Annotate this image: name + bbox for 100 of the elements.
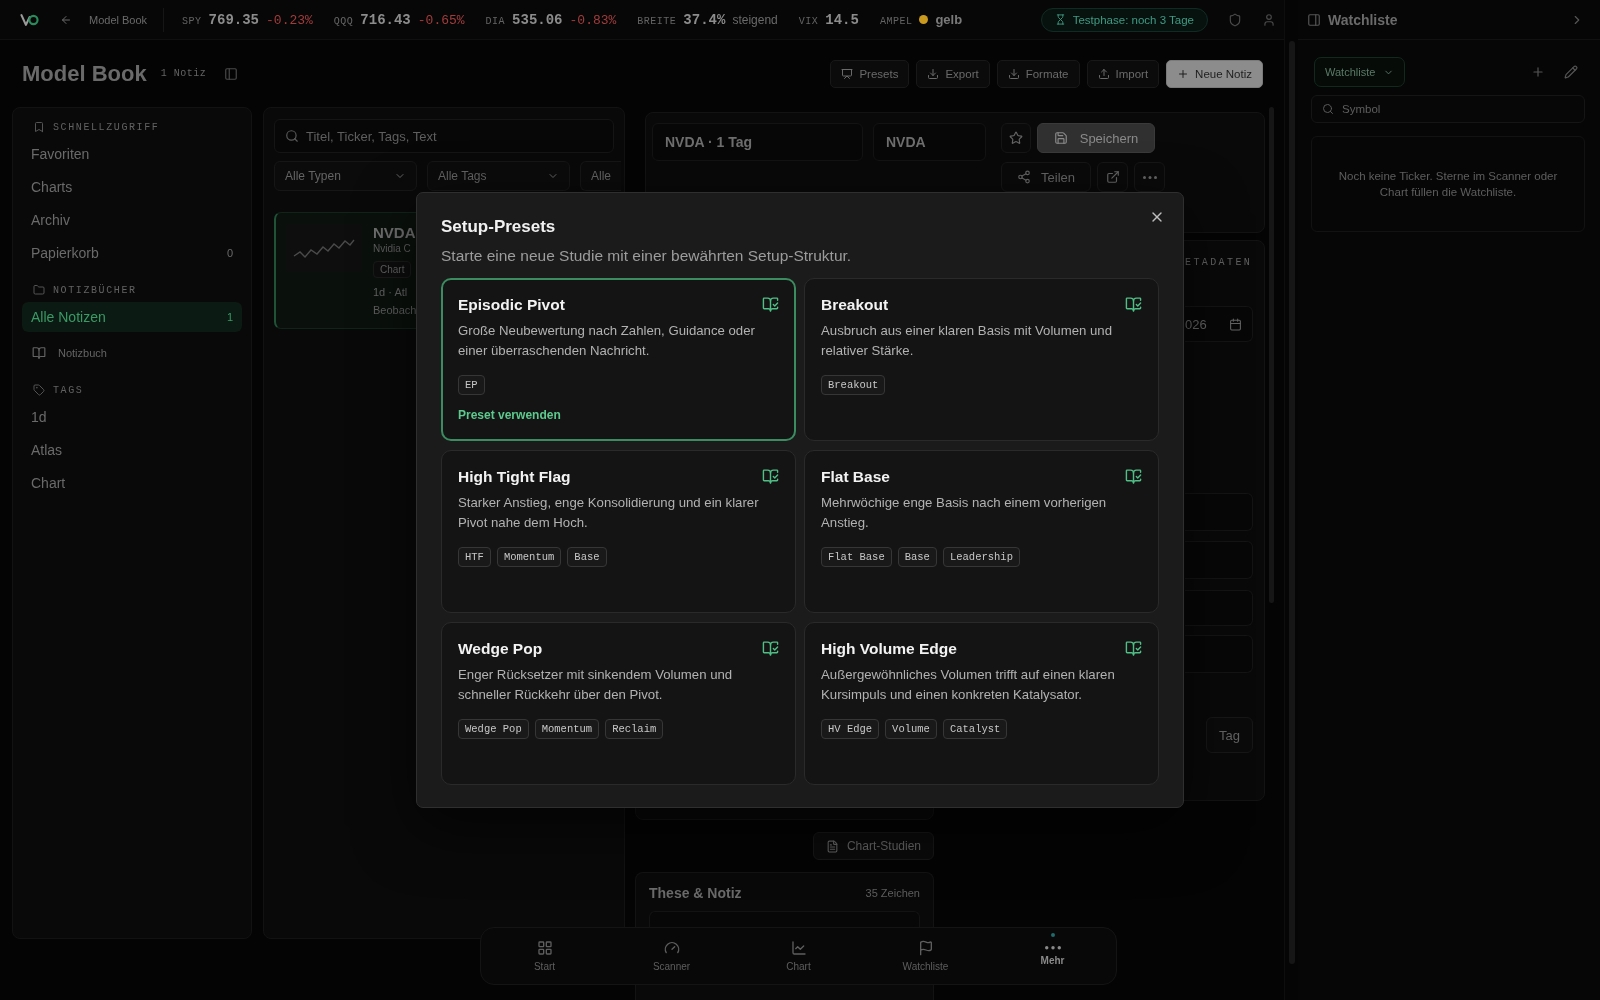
note-subtitle: Nvidia C: [373, 242, 411, 256]
preset-title: Wedge Pop: [458, 640, 543, 658]
preset-card[interactable]: High Volume Edge Außergewöhnliches Volumen trifft auf einen klaren Kursimpuls und einen konkreten Katalysator. HV Edge Volume Catalyst: [804, 622, 1159, 785]
download-icon: [1007, 67, 1020, 80]
pencil-icon[interactable]: [1564, 65, 1578, 79]
use-preset-link[interactable]: Preset verwenden: [458, 408, 561, 423]
note-count: 1 Notiz: [160, 68, 207, 79]
preset-tag: HV Edge: [821, 719, 880, 740]
external-link-button[interactable]: [1097, 162, 1128, 192]
book-check-icon: [762, 296, 779, 313]
filter-dropdown[interactable]: Alle Tags: [427, 161, 570, 191]
new-note-button[interactable]: Neue Notiz: [1166, 59, 1263, 88]
preset-description: Außergewöhnliches Volumen trifft auf einen klaren Kursimpuls und einen konkreten Katalysator.: [821, 666, 1116, 704]
title-field[interactable]: NVDA · 1 Tag: [652, 123, 863, 161]
toolbar-button[interactable]: Formate: [996, 59, 1080, 88]
book-check-icon: [762, 468, 779, 485]
toolbar-button[interactable]: Import: [1086, 59, 1160, 88]
panel-icon[interactable]: [224, 66, 239, 81]
toolbar-button[interactable]: Presets: [830, 59, 910, 88]
breadth-value: 37.4%: [683, 11, 726, 28]
preset-card[interactable]: Breakout Ausbruch aus einer klaren Basis mit Volumen und relativer Stärke. Breakout: [804, 278, 1159, 441]
section-heading: NOTIZBÜCHER: [53, 284, 137, 296]
nav-item[interactable]: Scanner: [608, 928, 735, 984]
preset-tag: Base: [897, 547, 937, 568]
ticker-field[interactable]: NVDA: [873, 123, 986, 161]
sidebar-item[interactable]: Favoriten: [22, 139, 242, 169]
chart-studies-button[interactable]: Chart-Studien: [812, 832, 934, 860]
section-heading: ETADATEN: [1185, 256, 1253, 270]
input-field[interactable]: [1185, 635, 1253, 673]
vix-label: VIX: [798, 15, 819, 27]
filter-dropdown[interactable]: Alle: [580, 161, 621, 191]
document-icon: [825, 839, 839, 853]
plus-icon[interactable]: [1531, 65, 1545, 79]
chart-icon: [790, 940, 807, 956]
save-button[interactable]: Speichern: [1037, 123, 1155, 153]
preset-description: Mehrwöchige enge Basis nach einem vorherigen Anstieg.: [821, 494, 1108, 532]
nav-item[interactable]: Watchliste: [862, 928, 989, 984]
search-field[interactable]: Titel, Ticker, Tags, Text: [274, 119, 614, 153]
user-icon[interactable]: [1262, 12, 1276, 27]
book-check-icon: [1125, 468, 1142, 485]
logo-icon: [20, 13, 39, 26]
nav-item[interactable]: Chart: [735, 928, 862, 984]
preset-tag: Catalyst: [942, 719, 1008, 740]
filter-dropdown[interactable]: Alle Typen: [274, 161, 417, 191]
notebook-item[interactable]: Notizbuch: [22, 338, 242, 368]
ticker-change: -0.83%: [569, 12, 617, 28]
external-link-icon: [1105, 170, 1120, 184]
section-heading: TAGS: [53, 384, 84, 396]
preset-tag: Base: [567, 547, 607, 568]
preset-card[interactable]: Flat Base Mehrwöchige enge Basis nach einem vorherigen Anstieg. Flat Base Base Leadership: [804, 450, 1159, 613]
shield-icon[interactable]: [1228, 12, 1242, 27]
preset-card[interactable]: Episodic Pivot Große Neubewertung nach Zahlen, Guidance oder einer überraschenden Nachricht. EP Preset verwenden: [441, 278, 796, 441]
sidebar-item[interactable]: 1d: [22, 402, 242, 432]
tag-icon: [33, 384, 45, 396]
book-check-icon: [762, 640, 779, 657]
nav-item[interactable]: Start: [481, 928, 608, 984]
preset-title: High Tight Flag: [458, 468, 571, 486]
preset-tag: HTF: [458, 547, 491, 568]
sidebar-item[interactable]: Atlas: [22, 435, 242, 465]
nav-item[interactable]: Mehr: [989, 928, 1116, 984]
empty-state-text: Noch keine Ticker. Sterne im Scanner oder Chart füllen die Watchliste.: [1337, 169, 1559, 200]
preset-tag: Flat Base: [821, 547, 892, 568]
symbol-search-field[interactable]: Symbol: [1311, 95, 1585, 123]
add-tag-button[interactable]: Tag: [1206, 717, 1253, 753]
preset-card[interactable]: High Tight Flag Starker Anstieg, enge Konsolidierung und ein klarer Pivot nahe dem Hoch. HTF Momentum Base: [441, 450, 796, 613]
preset-card[interactable]: Wedge Pop Enger Rücksetzer mit sinkendem Volumen und schneller Rückkehr über den Pivot. Wedge Pop Momentum Reclaim: [441, 622, 796, 785]
note-tag: Chart: [373, 261, 412, 278]
vix-value: 14.5: [825, 11, 859, 28]
upload-icon: [1097, 67, 1110, 80]
ticker-symbol: QQQ: [333, 15, 354, 27]
watchlist-selector[interactable]: Watchliste: [1314, 57, 1406, 87]
panel-icon[interactable]: [1307, 12, 1321, 27]
back-link[interactable]: Model Book: [39, 7, 165, 32]
preset-title: Flat Base: [821, 468, 890, 486]
item-count: 0: [226, 247, 233, 259]
sidebar-item[interactable]: Papierkorb 0: [22, 238, 242, 268]
sidebar-item[interactable]: Chart: [22, 468, 242, 498]
plus-icon: [1177, 67, 1190, 80]
sidebar-item[interactable]: Charts: [22, 172, 242, 202]
signal-value: gelb: [935, 12, 963, 27]
sidebar-item[interactable]: Alle Notizen 1: [22, 302, 242, 332]
share-button[interactable]: Teilen: [1001, 162, 1091, 192]
input-field[interactable]: [1185, 541, 1253, 579]
ticker-price: 716.43: [360, 11, 411, 28]
toolbar-button[interactable]: Export: [916, 59, 990, 88]
ticker-change: -0.65%: [417, 12, 465, 28]
sidebar-item[interactable]: Archiv: [22, 205, 242, 235]
date-field[interactable]: 026: [1185, 306, 1253, 342]
thesis-title: These & Notiz: [649, 885, 742, 901]
book-icon: [32, 346, 46, 360]
preset-tag: Momentum: [534, 719, 600, 740]
more-button[interactable]: [1134, 162, 1165, 192]
book-check-icon: [1125, 640, 1142, 657]
favorite-button[interactable]: [1001, 123, 1031, 153]
search-icon: [1322, 103, 1334, 115]
input-field[interactable]: [1185, 493, 1253, 531]
section-heading: SCHNELLZUGRIFF: [53, 121, 160, 133]
preset-description: Starker Anstieg, enge Konsolidierung und ein klarer Pivot nahe dem Hoch.: [458, 494, 760, 532]
input-field[interactable]: [1185, 590, 1253, 626]
preset-tag: Reclaim: [605, 719, 664, 740]
